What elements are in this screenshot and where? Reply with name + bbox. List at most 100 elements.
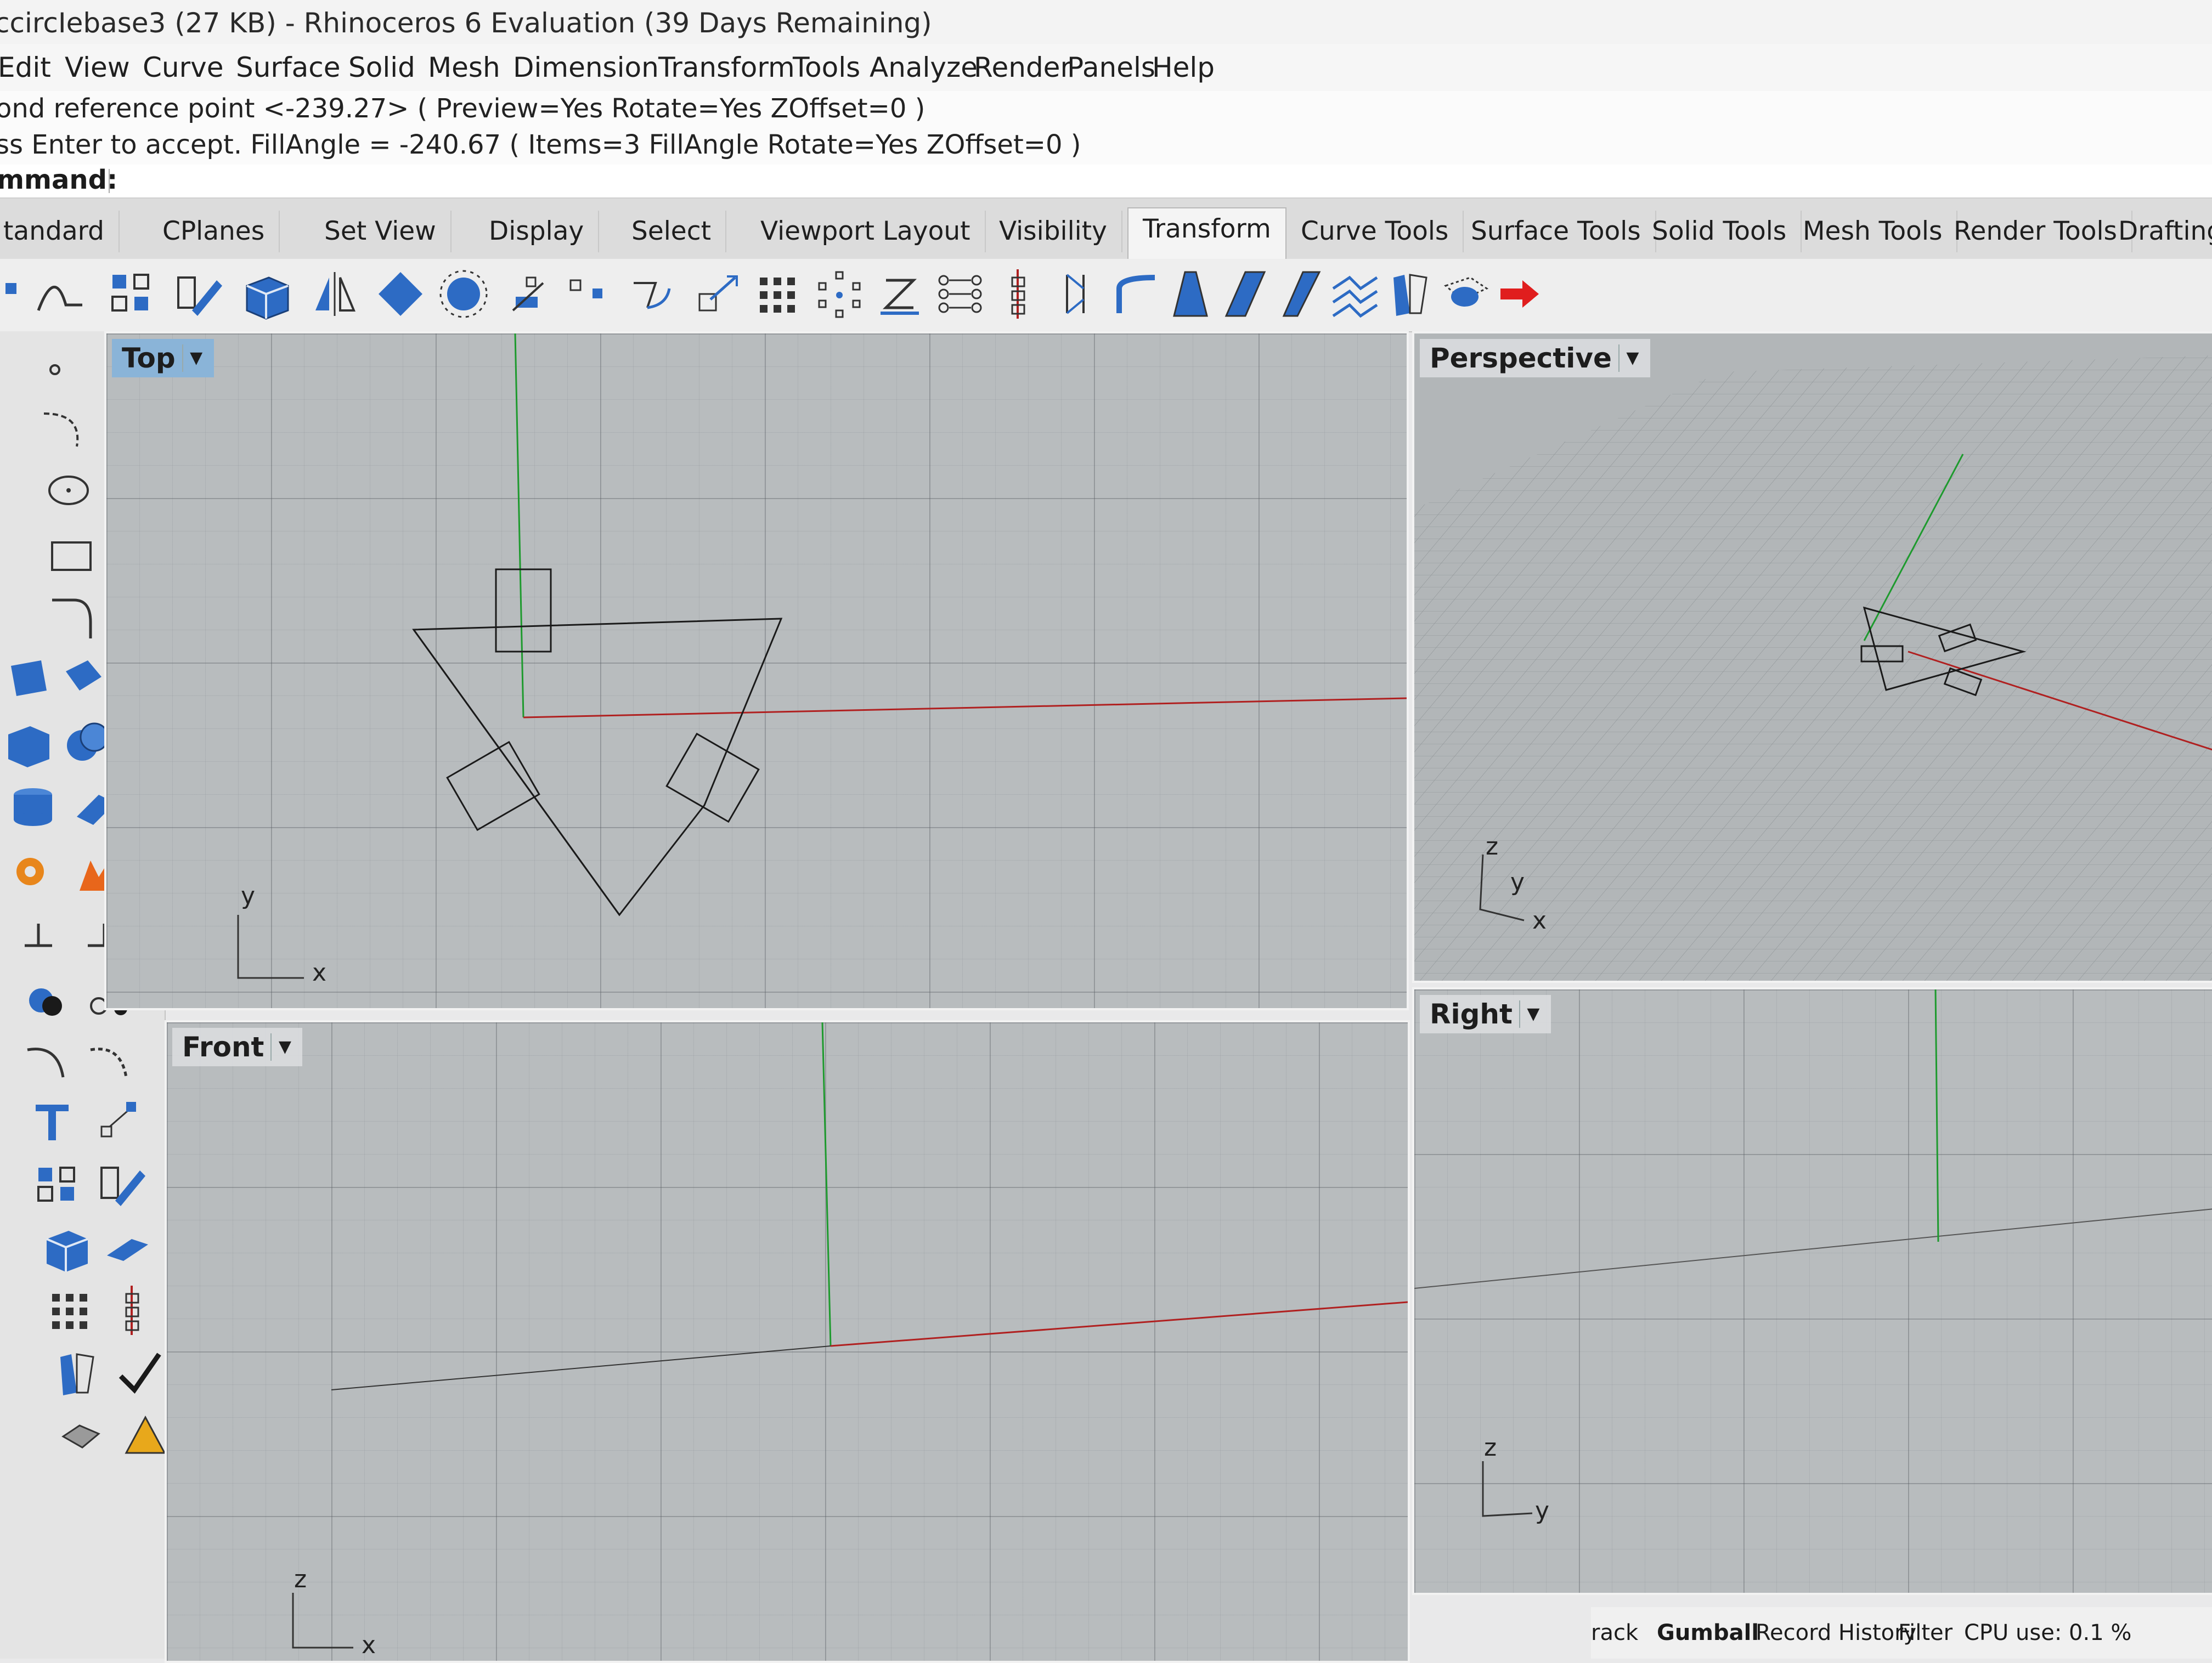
edit-icon[interactable]: [170, 267, 225, 321]
menu-edit[interactable]: Edit: [0, 49, 51, 86]
menu-dimension[interactable]: Dimension: [513, 49, 659, 86]
cylinder-icon[interactable]: [5, 778, 60, 833]
square-right[interactable]: [665, 732, 760, 823]
menu-tools[interactable]: Tools: [793, 49, 860, 86]
plane-icon[interactable]: [373, 267, 428, 321]
tab-solid-tools[interactable]: Solid Tools: [1638, 211, 1802, 252]
surface-edit-icon[interactable]: [55, 649, 110, 704]
flow-icon[interactable]: [1328, 267, 1383, 321]
arc-tool-icon[interactable]: [19, 1033, 74, 1088]
polar-array-icon[interactable]: [812, 267, 867, 321]
x-axis-line: [523, 697, 1407, 719]
tab-cplanes[interactable]: CPlanes: [148, 211, 280, 252]
curve-fillet-icon[interactable]: [47, 589, 101, 644]
red-arrow-icon[interactable]: [1492, 267, 1547, 321]
command-input[interactable]: [110, 168, 2142, 194]
chevron-down-icon[interactable]: ▼: [1519, 1000, 1547, 1028]
smash-small-icon[interactable]: [49, 1346, 104, 1401]
arc-dashed-icon[interactable]: [82, 1033, 137, 1088]
status-track[interactable]: rack: [1591, 1620, 1638, 1645]
rotate-icon[interactable]: [625, 267, 680, 321]
cage-icon[interactable]: [1437, 267, 1492, 321]
dimension-icon[interactable]: [14, 907, 69, 962]
viewport-right[interactable]: z y Right ▼: [1412, 987, 2212, 1595]
array-icon[interactable]: [752, 267, 806, 321]
tab-mesh-tools[interactable]: Mesh Tools: [1788, 211, 1958, 252]
arc-icon[interactable]: [33, 403, 88, 457]
status-record-history[interactable]: Record History: [1756, 1620, 1916, 1645]
edit-layout-icon[interactable]: [93, 1157, 148, 1212]
menu-solid[interactable]: Solid: [348, 49, 415, 86]
group-icon[interactable]: [104, 267, 159, 321]
tab-visibility[interactable]: Visibility: [985, 211, 1122, 252]
orient-icon[interactable]: [1051, 267, 1105, 321]
rectangle-icon[interactable]: [44, 529, 99, 584]
text-icon[interactable]: [25, 1094, 80, 1149]
chevron-down-icon[interactable]: ▼: [1618, 344, 1646, 372]
solid-cube-icon[interactable]: [38, 1220, 93, 1275]
viewport-label-right[interactable]: Right ▼: [1420, 995, 1551, 1033]
tab-display[interactable]: Display: [475, 211, 600, 252]
tab-drafting[interactable]: Drafting: [2104, 211, 2212, 252]
array-linear-icon[interactable]: [933, 267, 988, 321]
triangle-curve[interactable]: [412, 618, 783, 917]
point-small-icon[interactable]: [33, 353, 88, 408]
viewport-label-top[interactable]: Top ▼: [112, 339, 214, 377]
tab-surface-tools[interactable]: Surface Tools: [1457, 211, 1656, 252]
viewport-perspective[interactable]: z y x Perspective ▼: [1412, 331, 2212, 983]
tab-select[interactable]: Select: [617, 211, 726, 252]
menu-surface[interactable]: Surface: [236, 49, 340, 86]
z-icon[interactable]: [872, 267, 927, 321]
menu-curve[interactable]: Curve: [143, 49, 224, 86]
chevron-down-icon[interactable]: ▼: [270, 1033, 298, 1061]
twist-icon[interactable]: [1273, 267, 1328, 321]
menu-mesh[interactable]: Mesh: [428, 49, 500, 86]
align-small-icon[interactable]: [107, 1283, 162, 1338]
tab-standard[interactable]: tandard: [0, 211, 120, 252]
taper-icon[interactable]: [1163, 267, 1218, 321]
array-grid-icon[interactable]: [44, 1283, 99, 1338]
menu-view[interactable]: View: [65, 49, 130, 86]
gear-icon[interactable]: [5, 844, 60, 899]
viewport-label-front[interactable]: Front ▼: [172, 1028, 303, 1066]
menu-help[interactable]: Help: [1152, 49, 1215, 86]
shear-icon[interactable]: [1218, 267, 1273, 321]
group-objects-icon[interactable]: [19, 973, 74, 1028]
smash-icon[interactable]: [1383, 267, 1437, 321]
points-icon[interactable]: [565, 267, 620, 321]
curve-icon[interactable]: [33, 267, 88, 321]
y-axis-line: [514, 333, 524, 718]
align-icon[interactable]: [993, 267, 1048, 321]
scale-icon[interactable]: [689, 267, 743, 321]
menu-transform[interactable]: Transform: [658, 49, 795, 86]
sphere-icon[interactable]: [436, 267, 491, 321]
solid-box-icon[interactable]: [0, 715, 55, 770]
menu-panels[interactable]: Panels: [1067, 49, 1155, 86]
viewport-label-perspective[interactable]: Perspective ▼: [1420, 339, 1650, 377]
layout-grid-icon[interactable]: [30, 1157, 85, 1212]
viewport-top[interactable]: y x Top ▼: [104, 331, 1409, 1010]
move-icon[interactable]: [502, 267, 557, 321]
square-left[interactable]: [446, 740, 540, 832]
tab-transform[interactable]: Transform: [1127, 207, 1286, 260]
chevron-down-icon[interactable]: ▼: [182, 344, 210, 372]
mirror-icon[interactable]: [307, 267, 362, 321]
bend-icon[interactable]: [1108, 267, 1163, 321]
tab-set-view[interactable]: Set View: [310, 211, 452, 252]
menu-render[interactable]: Render: [974, 49, 1071, 86]
box-solid-icon[interactable]: [239, 267, 294, 321]
viewport-front[interactable]: z x Front ▼: [165, 1020, 1410, 1663]
extrude-icon[interactable]: [99, 1220, 154, 1275]
analyze-icon[interactable]: [55, 1409, 110, 1464]
ellipse-icon[interactable]: [41, 463, 96, 518]
triangle-edge: [413, 629, 620, 915]
square-top[interactable]: [495, 568, 552, 653]
surface-icon[interactable]: [3, 649, 58, 704]
tab-viewport-layout[interactable]: Viewport Layout: [746, 211, 986, 252]
leader-icon[interactable]: [91, 1094, 145, 1149]
check-icon[interactable]: [112, 1346, 167, 1401]
menu-analyze[interactable]: Analyze: [870, 49, 978, 86]
status-filter[interactable]: Filter: [1898, 1620, 1953, 1645]
status-gumball[interactable]: Gumball: [1657, 1620, 1759, 1645]
tab-curve-tools[interactable]: Curve Tools: [1286, 211, 1464, 252]
